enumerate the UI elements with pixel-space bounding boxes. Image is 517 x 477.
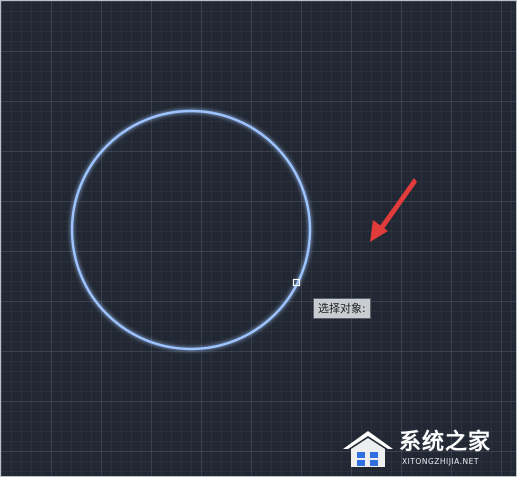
canvas-overlay bbox=[70, 109, 417, 351]
watermark-subtitle: XITONGZHIJIA.NET bbox=[402, 457, 479, 466]
red-arrow-icon bbox=[370, 178, 417, 242]
watermark-title: 系统之家 bbox=[399, 430, 492, 455]
drawing-canvas[interactable]: 选择对象: 系统之家 XITONGZHIJIA.NET bbox=[0, 0, 517, 477]
circle-entity[interactable] bbox=[70, 109, 312, 351]
watermark: 系统之家 XITONGZHIJIA.NET bbox=[339, 427, 511, 471]
command-tooltip: 选择对象: bbox=[313, 298, 371, 319]
house-logo-icon bbox=[343, 431, 393, 467]
